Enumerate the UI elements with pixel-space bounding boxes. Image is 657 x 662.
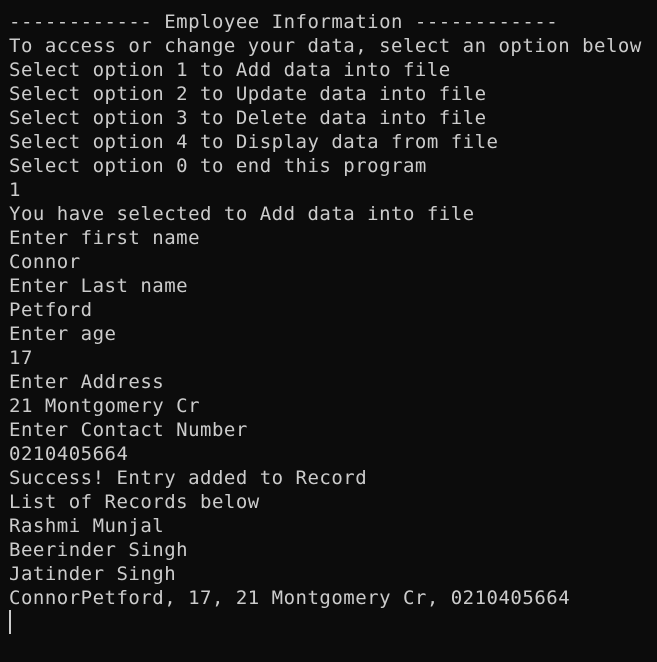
prompt-age: Enter age xyxy=(9,323,117,345)
selection-confirmation: You have selected to Add data into file xyxy=(9,203,475,225)
prompt-first-name: Enter first name xyxy=(9,227,201,249)
menu-option-3: Select option 3 to Delete data into file xyxy=(9,107,487,129)
user-input-age: 17 xyxy=(9,347,33,369)
menu-option-0: Select option 0 to end this program xyxy=(9,155,427,177)
prompt-address: Enter Address xyxy=(9,371,165,393)
text-cursor xyxy=(9,610,11,634)
user-input-first-name: Connor xyxy=(9,251,81,273)
record-item: Beerinder Singh xyxy=(9,539,189,561)
prompt-last-name: Enter Last name xyxy=(9,275,189,297)
user-input-option: 1 xyxy=(9,179,21,201)
records-heading: List of Records below xyxy=(9,491,260,513)
input-line[interactable] xyxy=(9,610,657,634)
menu-option-4: Select option 4 to Display data from fil… xyxy=(9,131,499,153)
menu-header: ------------ Employee Information ------… xyxy=(9,11,559,33)
record-item: Jatinder Singh xyxy=(9,563,177,585)
console-window[interactable]: ------------ Employee Information ------… xyxy=(0,0,657,662)
menu-option-1: Select option 1 to Add data into file xyxy=(9,59,451,81)
record-item: ConnorPetford, 17, 21 Montgomery Cr, 021… xyxy=(9,587,571,609)
success-message: Success! Entry added to Record xyxy=(9,467,368,489)
menu-instructions: To access or change your data, select an… xyxy=(9,35,642,57)
record-item: Rashmi Munjal xyxy=(9,515,165,537)
user-input-last-name: Petford xyxy=(9,299,93,321)
user-input-contact-number: 0210405664 xyxy=(9,443,129,465)
prompt-contact-number: Enter Contact Number xyxy=(9,419,248,441)
user-input-address: 21 Montgomery Cr xyxy=(9,395,201,417)
menu-option-2: Select option 2 to Update data into file xyxy=(9,83,487,105)
